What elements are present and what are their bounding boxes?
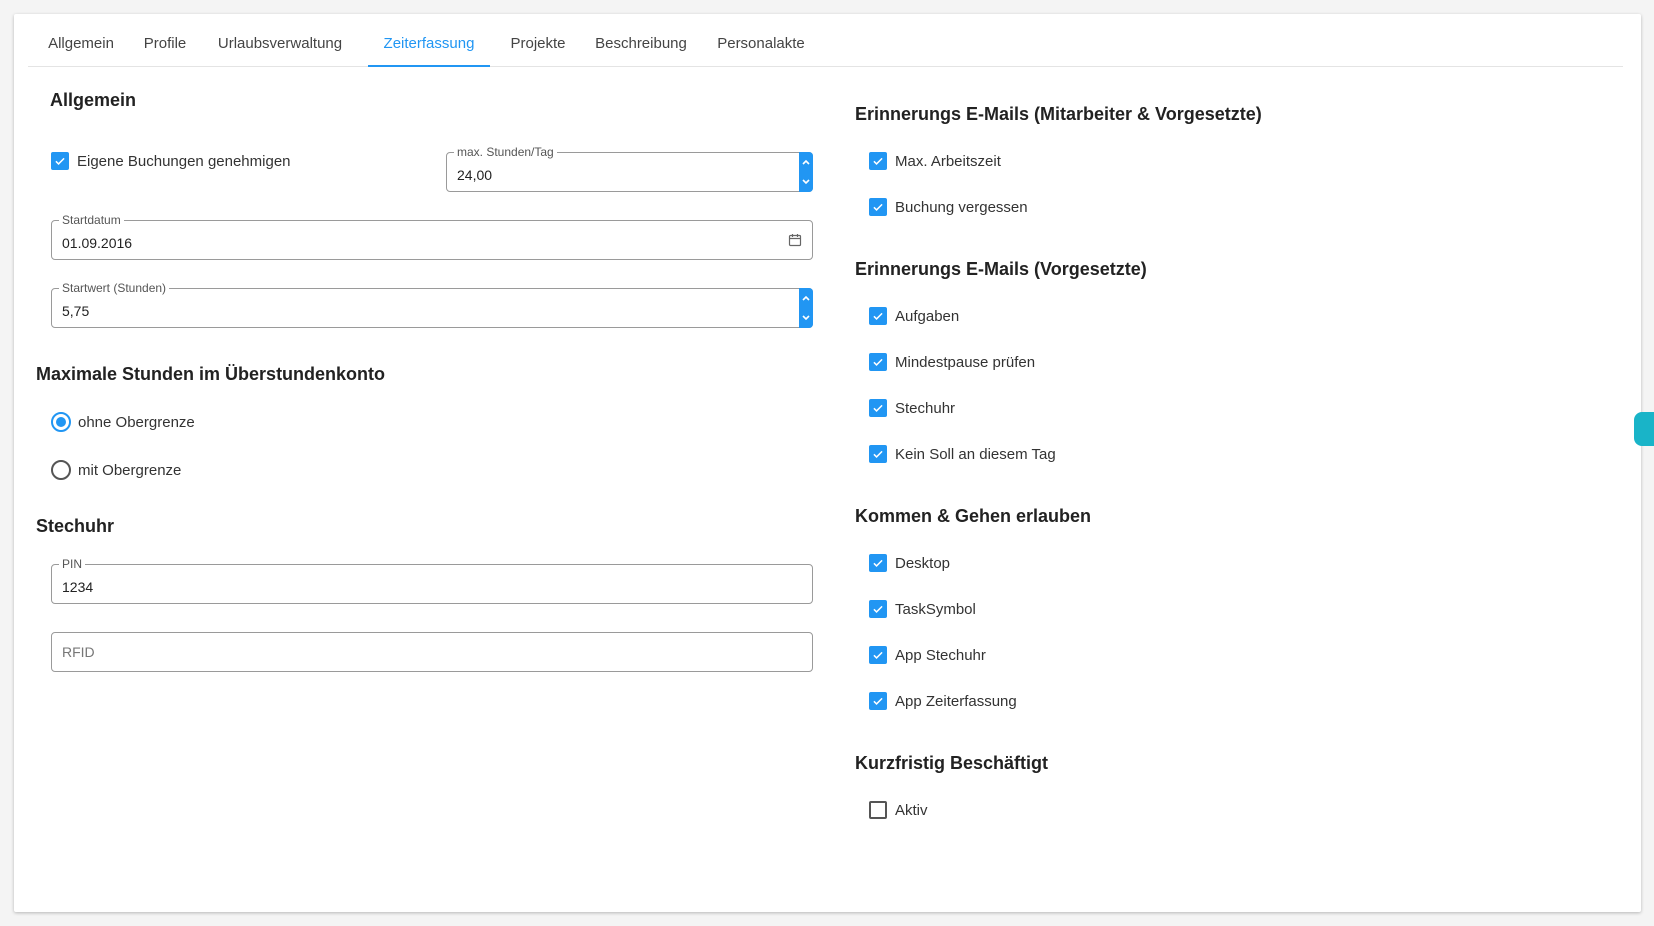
max-worktime-checkbox[interactable]: Max. Arbeitszeit — [869, 150, 1001, 172]
min-break-checkbox[interactable]: Mindestpause prüfen — [869, 351, 1035, 373]
general-section-title: Allgemein — [50, 90, 137, 110]
pin-field[interactable]: PIN — [51, 557, 813, 604]
start-date-input[interactable] — [62, 235, 670, 251]
checkbox-checked-icon — [869, 445, 887, 463]
start-value-label: Startwert (Stunden) — [59, 281, 170, 295]
start-value-field[interactable]: Startwert (Stunden) — [51, 281, 813, 328]
own-bookings-label: Eigene Buchungen genehmigen — [77, 152, 291, 170]
pin-input[interactable] — [62, 579, 670, 595]
radio-selected-icon — [51, 412, 71, 432]
pin-label: PIN — [59, 557, 86, 571]
booking-forgotten-label: Buchung vergessen — [895, 198, 1028, 216]
app-timetracking-checkbox[interactable]: App Zeiterfassung — [869, 690, 1017, 712]
start-value-stepper[interactable] — [799, 288, 813, 328]
app-clock-checkbox[interactable]: App Stechuhr — [869, 644, 986, 666]
clock-section-title: Stechuhr — [36, 516, 115, 536]
start-date-label: Startdatum — [59, 213, 124, 227]
checkbox-checked-icon — [869, 554, 887, 572]
tab-profile[interactable]: Profile — [137, 14, 193, 66]
rfid-field[interactable]: RFID — [51, 632, 813, 672]
help-icon[interactable] — [1634, 412, 1654, 446]
desktop-label: Desktop — [895, 554, 951, 572]
app-clock-label: App Stechuhr — [895, 646, 986, 664]
checkbox-checked-icon — [51, 152, 69, 170]
radio-unselected-icon — [51, 460, 71, 480]
booking-forgotten-checkbox[interactable]: Buchung vergessen — [869, 196, 1028, 218]
app-timetracking-label: App Zeiterfassung — [895, 692, 1017, 710]
checkbox-checked-icon — [869, 152, 887, 170]
tab-bar: Allgemein Profile Urlaubsverwaltung Zeit… — [28, 14, 1623, 67]
radio-with-limit-label: mit Obergrenze — [78, 461, 182, 479]
checkbox-checked-icon — [869, 307, 887, 325]
checkbox-checked-icon — [869, 692, 887, 710]
tab-beschreibung[interactable]: Beschreibung — [589, 14, 693, 66]
max-worktime-label: Max. Arbeitszeit — [895, 152, 1001, 170]
tasksymbol-label: TaskSymbol — [895, 600, 976, 618]
rfid-placeholder: RFID — [62, 644, 95, 660]
checkbox-unchecked-icon — [869, 801, 887, 819]
short-term-active-label: Aktiv — [895, 801, 928, 819]
start-date-field[interactable]: Startdatum — [51, 213, 813, 260]
chevron-up-icon[interactable] — [801, 157, 811, 167]
calendar-icon[interactable] — [788, 233, 802, 247]
tab-allgemein[interactable]: Allgemein — [43, 14, 119, 66]
tasks-label: Aufgaben — [895, 307, 960, 325]
no-target-checkbox[interactable]: Kein Soll an diesem Tag — [869, 443, 1056, 465]
checkbox-checked-icon — [869, 646, 887, 664]
max-hours-stepper[interactable] — [799, 152, 813, 192]
overtime-section-title: Maximale Stunden im Überstundenkonto — [36, 364, 386, 384]
radio-no-limit[interactable]: ohne Obergrenze — [51, 411, 195, 433]
chevron-down-icon[interactable] — [801, 313, 811, 323]
checkbox-checked-icon — [869, 399, 887, 417]
short-term-active-checkbox[interactable]: Aktiv — [869, 799, 928, 821]
max-hours-input[interactable] — [457, 167, 749, 183]
short-term-title: Kurzfristig Beschäftigt — [855, 753, 1049, 773]
tab-personalakte[interactable]: Personalakte — [709, 14, 813, 66]
employee-settings-card: Allgemein Profile Urlaubsverwaltung Zeit… — [14, 14, 1641, 912]
radio-with-limit[interactable]: mit Obergrenze — [51, 459, 181, 481]
tab-urlaubsverwaltung[interactable]: Urlaubsverwaltung — [209, 14, 351, 66]
tasksymbol-checkbox[interactable]: TaskSymbol — [869, 598, 976, 620]
max-hours-label: max. Stunden/Tag — [454, 145, 557, 159]
start-value-input[interactable] — [62, 303, 670, 319]
checkbox-checked-icon — [869, 198, 887, 216]
min-break-label: Mindestpause prüfen — [895, 353, 1036, 371]
no-target-label: Kein Soll an diesem Tag — [895, 445, 1056, 463]
checkbox-checked-icon — [869, 600, 887, 618]
come-go-title: Kommen & Gehen erlauben — [855, 506, 1092, 526]
tab-projekte[interactable]: Projekte — [503, 14, 573, 66]
clock-reminder-checkbox[interactable]: Stechuhr — [869, 397, 955, 419]
clock-reminder-label: Stechuhr — [895, 399, 956, 417]
max-hours-field[interactable]: max. Stunden/Tag — [446, 145, 813, 192]
radio-no-limit-label: ohne Obergrenze — [78, 413, 195, 431]
chevron-down-icon[interactable] — [801, 177, 811, 187]
own-bookings-checkbox[interactable]: Eigene Buchungen genehmigen — [51, 150, 291, 172]
tab-zeiterfassung[interactable]: Zeiterfassung — [368, 14, 490, 67]
reminder-all-title: Erinnerungs E-Mails (Mitarbeiter & Vorge… — [855, 104, 1262, 124]
checkbox-checked-icon — [869, 353, 887, 371]
desktop-checkbox[interactable]: Desktop — [869, 552, 950, 574]
tasks-checkbox[interactable]: Aufgaben — [869, 305, 959, 327]
reminder-supervisors-title: Erinnerungs E-Mails (Vorgesetzte) — [855, 259, 1147, 279]
chevron-up-icon[interactable] — [801, 293, 811, 303]
